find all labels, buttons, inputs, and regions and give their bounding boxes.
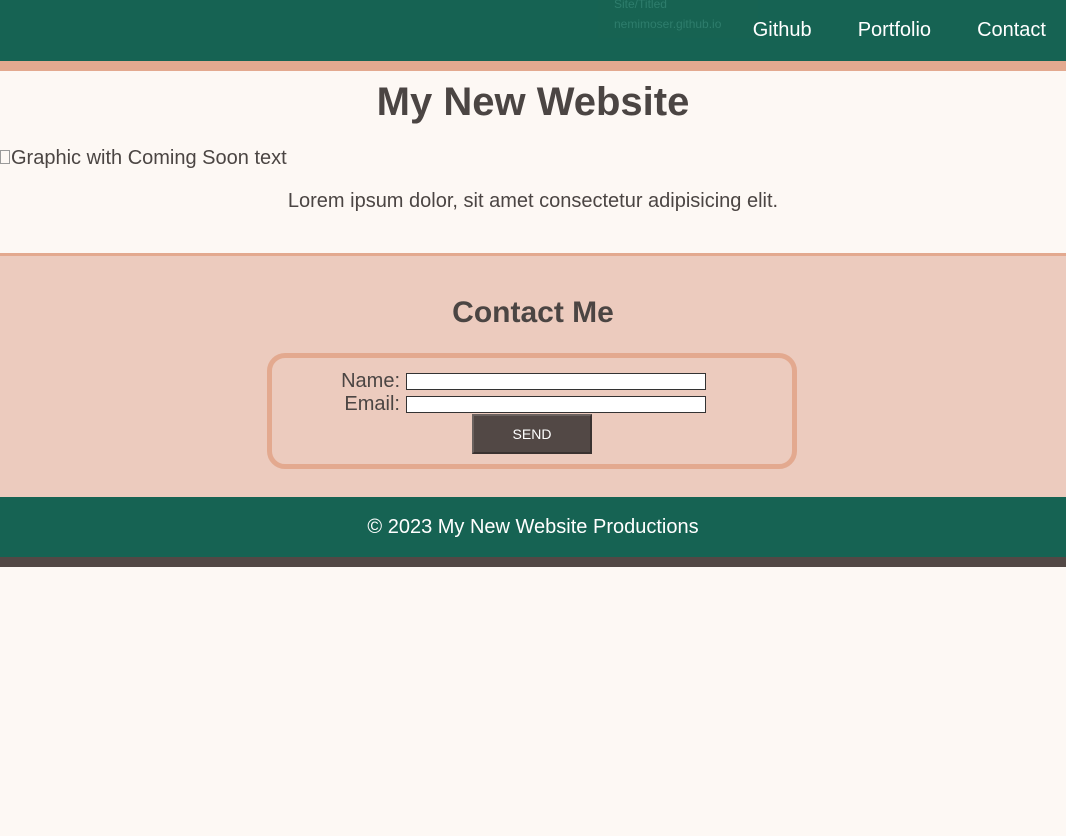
page: Site/Titled nemimoser.github.io Github P… (0, 0, 1066, 836)
intro-text: Lorem ipsum dolor, sit amet consectetur … (287, 190, 779, 212)
site-footer: © 2023 My New Website Productions (0, 497, 1066, 557)
contact-title: Contact Me (452, 296, 614, 329)
site-header: Site/Titled nemimoser.github.io Github P… (0, 0, 1066, 61)
name-row: Name: (272, 370, 706, 393)
tooltip-url: nemimoser.github.io (614, 17, 722, 31)
email-row: Email: (272, 393, 706, 416)
main-nav: Github Portfolio Contact (753, 0, 1066, 61)
email-label: Email: (344, 393, 400, 415)
email-input[interactable] (406, 396, 706, 413)
nav-link-portfolio[interactable]: Portfolio (858, 19, 931, 42)
contact-form: Name: Email: SEND (267, 353, 797, 469)
coming-soon-image: Graphic with Coming Soon text (0, 146, 287, 170)
page-title: My New Website (376, 80, 690, 124)
contact-section: Contact Me Name: Email: SEND (0, 253, 1066, 497)
footer-accent-strip (0, 557, 1066, 567)
nav-link-contact[interactable]: Contact (977, 19, 1046, 42)
name-input[interactable] (406, 373, 706, 390)
image-alt-text: Graphic with Coming Soon text (11, 146, 287, 169)
send-button[interactable]: SEND (472, 414, 592, 454)
footer-copyright: © 2023 My New Website Productions (367, 515, 699, 538)
name-label: Name: (341, 370, 400, 392)
url-tooltip: Site/Titled nemimoser.github.io (598, 0, 758, 38)
nav-link-github[interactable]: Github (753, 19, 812, 42)
broken-image-icon (0, 150, 10, 164)
header-accent-strip (0, 61, 1066, 71)
tooltip-title: Site/Titled (614, 0, 667, 11)
